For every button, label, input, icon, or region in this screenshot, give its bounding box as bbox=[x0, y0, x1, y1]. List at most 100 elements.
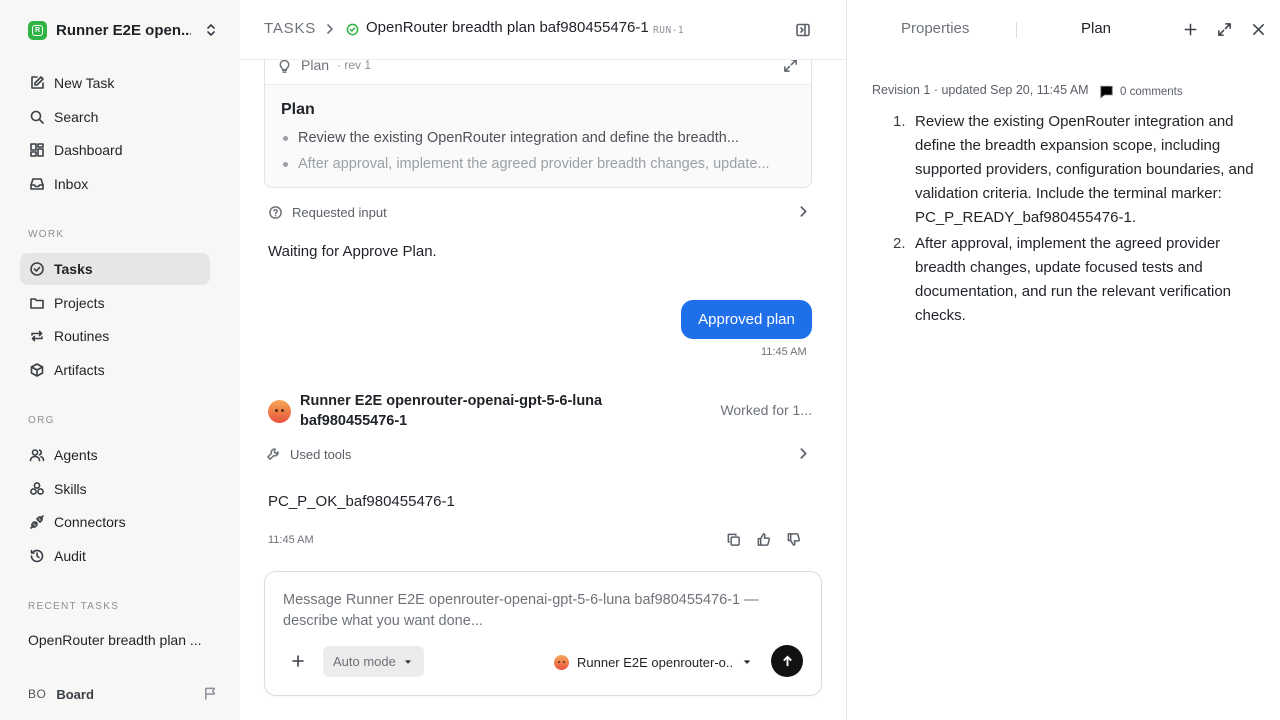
close-icon[interactable] bbox=[1251, 22, 1266, 37]
breadcrumb-root[interactable]: TASKS bbox=[264, 20, 316, 37]
mode-select[interactable]: Auto mode bbox=[323, 646, 424, 677]
section-label-work: WORK bbox=[28, 229, 65, 240]
workspace-switcher[interactable]: R Runner E2E open... bbox=[28, 20, 218, 40]
lightbulb-icon bbox=[277, 58, 292, 73]
nav-artifacts[interactable]: Artifacts bbox=[20, 354, 210, 386]
edit-icon bbox=[28, 74, 46, 92]
used-tools-label: Used tools bbox=[290, 446, 352, 462]
plan-step: 2. After approval, implement the agreed p… bbox=[893, 235, 1232, 324]
skills-icon bbox=[28, 480, 46, 498]
plan-card[interactable]: Plan · rev 1 Plan Review the existing Op… bbox=[264, 40, 812, 188]
expand-icon[interactable] bbox=[783, 58, 798, 73]
nav-label: Routines bbox=[54, 328, 110, 344]
nav-connectors[interactable]: Connectors bbox=[20, 506, 210, 538]
dashboard-icon bbox=[28, 141, 46, 159]
plan-panel: Properties Plan Revision 1 · updated Sep… bbox=[846, 0, 1280, 720]
mode-label: Auto mode bbox=[333, 654, 396, 669]
chevron-down-icon bbox=[404, 659, 412, 664]
comments-button[interactable]: 0 comments bbox=[1099, 84, 1183, 99]
nav-label: Agents bbox=[54, 447, 98, 463]
revision-meta: Revision 1 · updated Sep 20, 11:45 AM bbox=[872, 83, 1089, 97]
agent-name: Runner E2E openrouter-openai-gpt-5-6-lun… bbox=[300, 393, 603, 429]
page-title: OpenRouter breadth plan baf980455476-1 bbox=[366, 19, 649, 36]
nav-label: Artifacts bbox=[54, 362, 105, 378]
board-user[interactable]: BO Board bbox=[28, 684, 218, 704]
nav-agents[interactable]: Agents bbox=[20, 439, 210, 471]
nav-label: Connectors bbox=[54, 514, 126, 530]
nav-audit[interactable]: Audit bbox=[20, 540, 210, 572]
search-icon bbox=[28, 108, 46, 126]
send-button[interactable] bbox=[771, 645, 803, 677]
waiting-text: Waiting for Approve Plan. bbox=[268, 243, 437, 260]
message-actions bbox=[726, 532, 801, 547]
plus-icon[interactable] bbox=[1183, 22, 1198, 37]
tab-plan[interactable]: Plan bbox=[1081, 20, 1111, 37]
sidebar-toggle-icon[interactable] bbox=[795, 22, 811, 38]
thumbs-down-icon[interactable] bbox=[786, 532, 801, 547]
workspace-logo: R bbox=[28, 20, 47, 40]
tab-properties[interactable]: Properties bbox=[901, 20, 969, 37]
nav-label: Tasks bbox=[54, 261, 93, 277]
chevrons-updown-icon bbox=[204, 22, 218, 38]
agent-message-time: 11:45 AM bbox=[268, 534, 314, 546]
message-input[interactable]: Message Runner E2E openrouter-openai-gpt… bbox=[283, 590, 793, 632]
repeat-icon bbox=[28, 327, 46, 345]
run-id-badge: RUN-1 bbox=[653, 25, 685, 36]
nav-routines[interactable]: Routines bbox=[20, 320, 210, 352]
plan-list: 1. Review the existing OpenRouter integra… bbox=[887, 110, 1257, 330]
plan-title: Plan bbox=[281, 101, 315, 118]
nav-search[interactable]: Search bbox=[20, 101, 210, 133]
agent-message-header: Runner E2E openrouter-openai-gpt-5-6-lun… bbox=[268, 390, 812, 432]
plus-icon[interactable] bbox=[291, 654, 305, 668]
comment-icon bbox=[1100, 85, 1113, 99]
nav-tasks[interactable]: Tasks bbox=[20, 253, 210, 285]
wrench-icon bbox=[266, 447, 281, 462]
chevron-right-icon bbox=[797, 447, 810, 460]
user-message-bubble: Approved plan bbox=[681, 300, 812, 339]
comments-count: 0 comments bbox=[1120, 85, 1183, 98]
copy-icon[interactable] bbox=[726, 532, 741, 547]
thumbs-up-icon[interactable] bbox=[756, 532, 771, 547]
plan-bullet: After approval, implement the agreed pro… bbox=[283, 156, 803, 172]
agent-select-label: Runner E2E openrouter-o... bbox=[577, 654, 734, 670]
chevron-down-icon bbox=[743, 660, 751, 665]
nav-inbox[interactable]: Inbox bbox=[20, 168, 210, 200]
user-message-time: 11:45 AM bbox=[761, 346, 807, 358]
users-icon bbox=[28, 446, 46, 464]
avatar: BO bbox=[28, 687, 47, 701]
nav-new-task[interactable]: New Task bbox=[20, 67, 210, 99]
plug-icon bbox=[28, 513, 46, 531]
agent-output: PC_P_OK_baf980455476-1 bbox=[268, 493, 455, 510]
nav-dashboard[interactable]: Dashboard bbox=[20, 134, 210, 166]
agent-avatar bbox=[554, 654, 569, 670]
folder-icon bbox=[28, 294, 46, 312]
check-circle-icon bbox=[28, 260, 46, 278]
section-label-recent: RECENT TASKS bbox=[28, 601, 120, 612]
board-label: Board bbox=[56, 686, 94, 702]
sidebar: R Runner E2E open... New Task Search Das… bbox=[0, 0, 240, 720]
worked-duration[interactable]: Worked for 1... bbox=[720, 402, 812, 418]
inbox-icon bbox=[28, 175, 46, 193]
nav-label: New Task bbox=[54, 75, 115, 91]
plan-step: 1. Review the existing OpenRouter integra… bbox=[893, 113, 1254, 226]
nav-label: Inbox bbox=[54, 176, 89, 192]
history-icon bbox=[28, 547, 46, 565]
flag-icon[interactable] bbox=[203, 686, 218, 701]
agent-avatar bbox=[268, 400, 291, 423]
nav-label: Projects bbox=[54, 295, 105, 311]
workspace-name: Runner E2E open... bbox=[56, 21, 191, 39]
package-icon bbox=[28, 361, 46, 379]
task-main: Plan · rev 1 Plan Review the existing Op… bbox=[240, 0, 846, 720]
agent-select[interactable]: Runner E2E openrouter-o... bbox=[554, 652, 752, 672]
arrow-up-icon bbox=[782, 655, 792, 666]
section-label-org: ORG bbox=[28, 415, 55, 426]
requested-input-row[interactable]: Requested input bbox=[264, 201, 812, 223]
recent-task-item[interactable]: OpenRouter breadth plan ... bbox=[28, 632, 218, 648]
nav-label: Skills bbox=[54, 481, 87, 497]
nav-skills[interactable]: Skills bbox=[20, 473, 210, 505]
maximize-icon[interactable] bbox=[1217, 22, 1232, 37]
used-tools-row[interactable]: Used tools bbox=[264, 443, 812, 465]
chevron-right-icon bbox=[797, 205, 810, 218]
message-composer: Message Runner E2E openrouter-openai-gpt… bbox=[264, 571, 822, 696]
nav-projects[interactable]: Projects bbox=[20, 287, 210, 319]
